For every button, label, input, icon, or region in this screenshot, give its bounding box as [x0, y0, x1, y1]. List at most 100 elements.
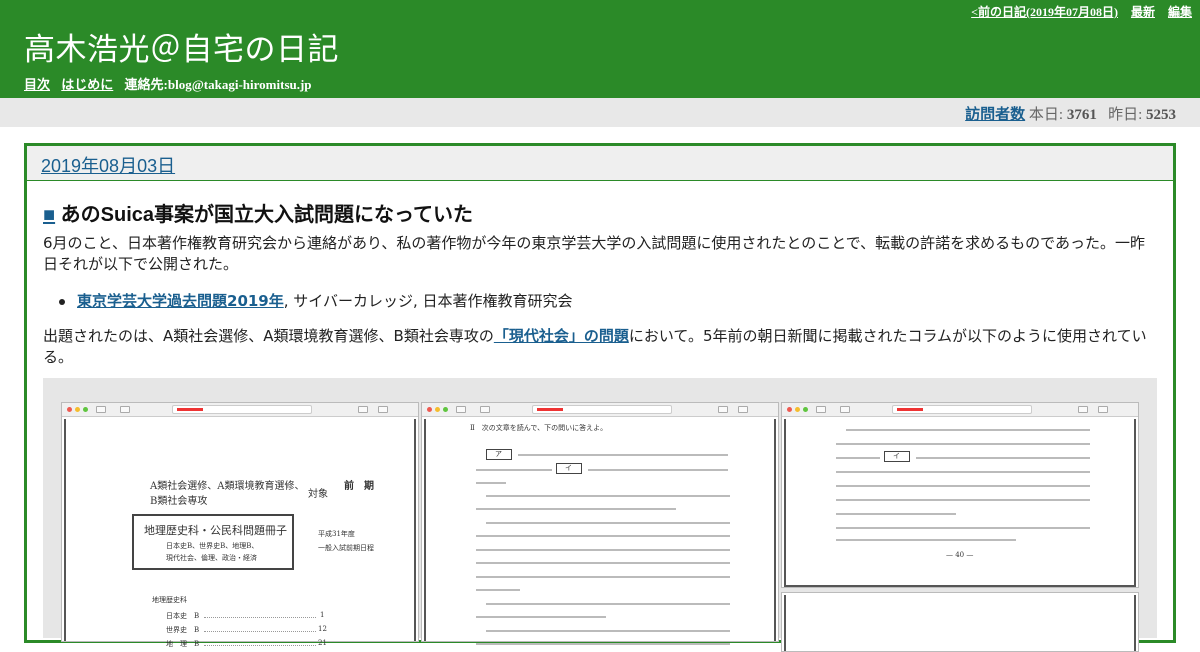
text-line	[588, 469, 728, 471]
text-line	[916, 457, 1090, 459]
tabs-icon	[738, 406, 748, 413]
minimize-dot-icon	[435, 407, 440, 412]
sidebar-icon	[480, 406, 490, 413]
subject-box-sub1: 日本史B、世界史B、地理B、	[166, 542, 259, 550]
term-label: 前 期	[344, 481, 374, 492]
list-item-rest: , サイバーカレッジ, 日本著作権教育研究会	[283, 292, 573, 310]
toc-item: 日本史 B	[166, 612, 200, 620]
zoom-dot-icon	[83, 407, 88, 412]
text-line	[476, 482, 506, 484]
today-label: 本日:	[1028, 107, 1064, 123]
contact-text: 連絡先:blog@takagi-hiromitsu.jp	[124, 77, 312, 92]
question-header: Ⅱ 次の文章を読んで、下の問いに答えよ。	[470, 424, 608, 432]
text-line	[836, 471, 1090, 473]
exam-page: イ — 40 —	[784, 419, 1136, 587]
exam-heading-line1: A類社会選修、A類環境教育選修、	[150, 481, 305, 492]
share-icon	[358, 406, 368, 413]
minimize-dot-icon	[75, 407, 80, 412]
toc-page: 12	[318, 625, 327, 633]
address-bar	[532, 405, 672, 414]
text-line	[836, 527, 1090, 529]
address-bar	[892, 405, 1032, 414]
close-dot-icon	[787, 407, 792, 412]
blank-box-i-label: イ	[893, 452, 900, 460]
blank-box-i-label: イ	[565, 464, 572, 472]
text-line	[836, 443, 1090, 445]
visitor-count-link[interactable]: 訪問者数	[965, 107, 1025, 123]
exam-page: Ⅱ 次の文章を読んで、下の問いに答えよ。 ア イ	[424, 419, 776, 645]
bullet-icon	[59, 298, 65, 305]
visitor-counter-bar: 訪問者数 本日: 3761 昨日: 5253	[0, 98, 1200, 127]
edit-link[interactable]: 編集	[1168, 5, 1192, 19]
text-line	[476, 469, 552, 471]
exam-screenshot-image: A類社会選修、A類環境教育選修、 B類社会専攻 対象 前 期 地理歴史科・公民科…	[43, 378, 1157, 652]
browser-toolbar	[782, 403, 1138, 417]
exam-page-cover: A類社会選修、A類環境教育選修、 B類社会専攻 対象 前 期 地理歴史科・公民科…	[61, 402, 419, 648]
header-links: 目次 はじめに 連絡先:blog@takagi-hiromitsu.jp	[24, 74, 312, 93]
sidebar-icon	[840, 406, 850, 413]
text-line	[486, 603, 730, 605]
close-dot-icon	[427, 407, 432, 412]
toc-page: 1	[320, 611, 325, 619]
zoom-dot-icon	[803, 407, 808, 412]
sidebar-icon	[120, 406, 130, 413]
tabs-icon	[378, 406, 388, 413]
text-line	[836, 513, 956, 515]
yesterday-count: 5253	[1146, 107, 1176, 123]
toc-leader	[204, 617, 316, 618]
exam-paragraph: 出題されたのは、A類社会選修、A類環境教育選修、B類社会専攻の「現代社会」の問題…	[43, 326, 1159, 368]
back-icon	[456, 406, 466, 413]
toc-leader	[204, 631, 316, 632]
text-line	[476, 562, 730, 564]
exam-archive-link[interactable]: 東京学芸大学過去問題2019年	[77, 292, 284, 310]
toc-item: 地 理 B	[166, 640, 200, 648]
share-icon	[1078, 406, 1088, 413]
tabs-icon	[1098, 406, 1108, 413]
today-count: 3761	[1066, 107, 1097, 123]
minimize-dot-icon	[795, 407, 800, 412]
text-line	[476, 508, 676, 510]
zoom-dot-icon	[443, 407, 448, 412]
latest-link[interactable]: 最新	[1131, 5, 1155, 19]
text-line	[836, 457, 880, 459]
text-line	[476, 535, 730, 537]
text-line	[476, 643, 730, 645]
intro-link[interactable]: はじめに	[61, 77, 113, 92]
intro-paragraph: 6月のこと、日本著作権教育研究会から連絡があり、私の著作物が今年の東京学芸大学の…	[43, 234, 1146, 273]
toc-page: 21	[318, 639, 327, 647]
exam-problem-link[interactable]: 「現代社会」の問題	[494, 327, 629, 345]
close-dot-icon	[67, 407, 72, 412]
exam-type: 一般入試前期日程	[318, 544, 374, 552]
text-line	[836, 539, 1016, 541]
text-line	[476, 589, 520, 591]
page-number: — 40 —	[946, 551, 974, 559]
exam-page-next	[781, 592, 1139, 652]
site-title: 高木浩光＠自宅の日記	[24, 32, 339, 68]
toc-item: 世界史 B	[166, 626, 200, 634]
address-bar	[172, 405, 312, 414]
browser-toolbar	[422, 403, 778, 417]
previous-diary-link[interactable]: <前の日記(2019年07月08日)	[971, 5, 1118, 19]
target-label: 対象	[308, 489, 328, 500]
toc-title: 地理歴史科	[152, 596, 187, 604]
section-permalink[interactable]: ■	[43, 204, 55, 226]
text-line	[836, 485, 1090, 487]
exam-paragraph-before: 出題されたのは、A類社会選修、A類環境教育選修、B類社会専攻の	[43, 327, 494, 345]
toc-link[interactable]: 目次	[24, 77, 50, 92]
text-line	[518, 454, 728, 456]
text-line	[486, 630, 730, 632]
text-line	[836, 499, 1090, 501]
section-title: ■ あのSuica事案が国立大入試問題になっていた	[43, 198, 473, 227]
exam-page	[784, 595, 1136, 651]
section-title-text: あのSuica事案が国立大入試問題になっていた	[60, 204, 474, 226]
diary-date-link[interactable]: 2019年08月03日	[41, 156, 175, 176]
site-header: <前の日記(2019年07月08日) 最新 編集 高木浩光＠自宅の日記 目次 は…	[0, 0, 1200, 98]
exam-page-question: Ⅱ 次の文章を読んで、下の問いに答えよ。 ア イ	[421, 402, 779, 645]
browser-toolbar	[62, 403, 418, 417]
visitor-counter: 訪問者数 本日: 3761 昨日: 5253	[965, 103, 1176, 124]
top-navigation: <前の日記(2019年07月08日) 最新 編集	[961, 3, 1192, 20]
blank-box-a-label: ア	[495, 450, 502, 458]
text-line	[846, 429, 1090, 431]
back-icon	[96, 406, 106, 413]
diary-entry: 2019年08月03日 ■ あのSuica事案が国立大入試問題になっていた 6月…	[24, 143, 1176, 652]
